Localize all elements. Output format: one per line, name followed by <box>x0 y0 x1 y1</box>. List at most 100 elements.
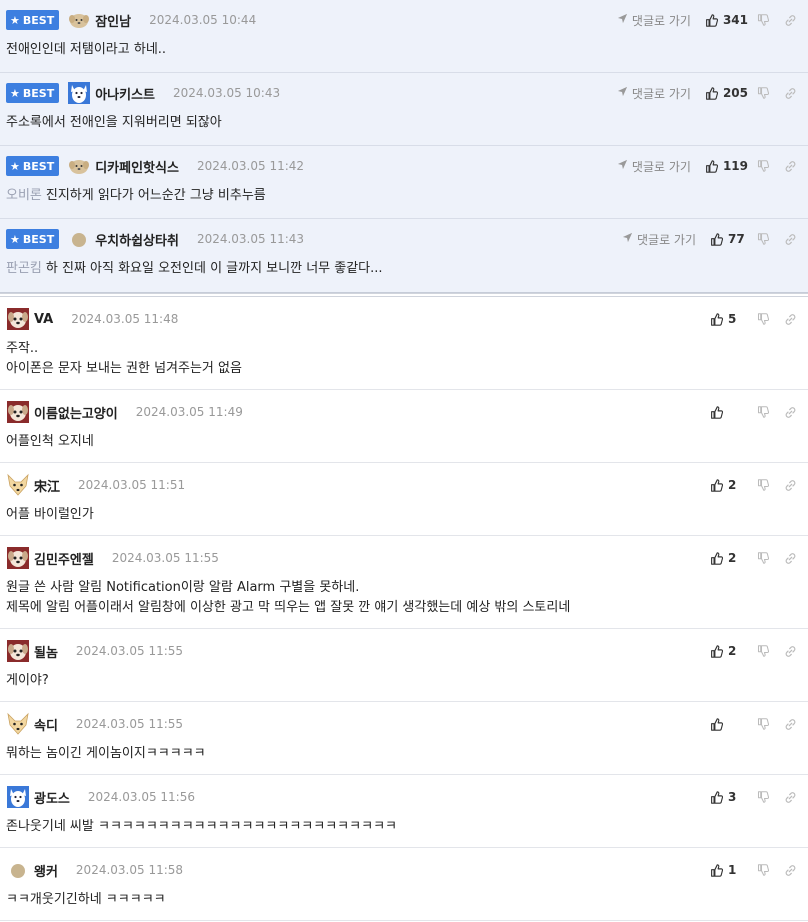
dot-avatar-icon[interactable] <box>6 858 30 882</box>
thumbs-down-icon[interactable] <box>751 233 775 245</box>
timestamp: 2024.03.05 11:43 <box>196 232 305 246</box>
comment-line: 아이폰은 문자 보내는 권한 넘겨주는거 없음 <box>6 361 242 376</box>
nickname[interactable]: 잠인남 <box>95 11 131 30</box>
link-icon[interactable] <box>778 406 802 419</box>
like-button[interactable]: 119 <box>705 159 748 173</box>
like-button[interactable] <box>710 717 748 731</box>
thumbs-up-icon <box>710 551 723 565</box>
nickname[interactable]: 우치하쉽상타취 <box>95 230 179 249</box>
link-icon[interactable] <box>778 645 802 658</box>
comment-text: 뭐하는 놈이긴 게이놈이지ㅋㅋㅋㅋㅋ <box>6 736 802 764</box>
nickname[interactable]: 宋江 <box>34 476 60 495</box>
comment-line: 제목에 알림 어플이래서 알림창에 이상한 광고 막 띄우는 앱 잘못 깐 얘기… <box>6 600 571 615</box>
navigate-arrow-icon <box>617 13 628 27</box>
fox-avatar-icon[interactable] <box>6 473 30 497</box>
comment-header: ★ BEST 우치하쉽상타취 2024.03.05 11:43 댓글로 가기 77 <box>6 227 802 251</box>
link-icon[interactable] <box>778 313 802 326</box>
comment-header: 될놈 2024.03.05 11:55 2 <box>6 639 802 663</box>
blue-dog-avatar-icon[interactable] <box>67 81 91 105</box>
dog-face-avatar-icon[interactable] <box>6 639 30 663</box>
timestamp: 2024.03.05 11:51 <box>78 478 186 492</box>
link-icon[interactable] <box>778 552 802 565</box>
like-button[interactable]: 2 <box>710 478 748 492</box>
link-icon[interactable] <box>778 479 802 492</box>
comment: 속디 2024.03.05 11:55 뭐하는 놈이긴 게이놈이지ㅋㅋㅋㅋㅋ <box>0 702 808 775</box>
nickname[interactable]: 이름없는고양이 <box>34 403 118 422</box>
dog-face-avatar-icon[interactable] <box>6 400 30 424</box>
navigate-arrow-icon <box>622 232 633 246</box>
thumbs-down-icon[interactable] <box>751 864 775 876</box>
comment-line: 어플인척 오지네 <box>6 434 94 449</box>
go-to-reply-link[interactable]: 댓글로 가기 <box>622 231 696 248</box>
nickname[interactable]: 김민주엔젤 <box>34 549 94 568</box>
link-icon[interactable] <box>778 864 802 877</box>
thumbs-down-icon[interactable] <box>751 87 775 99</box>
go-to-reply-link[interactable]: 댓글로 가기 <box>617 12 691 29</box>
best-comment-list: ★ BEST 잠인남 2024.03.05 10:44 댓글로 가기 341 전애인인데 저… <box>0 0 808 293</box>
dot-avatar-icon[interactable] <box>67 227 91 251</box>
reply-target-nickname[interactable]: 오비론 <box>6 188 42 203</box>
nickname[interactable]: VA <box>34 312 53 327</box>
link-icon[interactable] <box>778 160 802 173</box>
best-badge-label: BEST <box>22 159 55 173</box>
go-to-reply-link[interactable]: 댓글로 가기 <box>617 85 691 102</box>
thumbs-up-icon <box>705 86 718 100</box>
link-icon[interactable] <box>778 718 802 731</box>
like-button[interactable]: 205 <box>705 86 748 100</box>
link-icon[interactable] <box>778 87 802 100</box>
nickname[interactable]: 아나키스트 <box>95 84 155 103</box>
comment-body: 주소록에서 전애인을 지워버리면 되잖아 <box>6 115 222 130</box>
best-badge-label: BEST <box>22 13 55 27</box>
fox-avatar-icon[interactable] <box>6 712 30 736</box>
like-button[interactable]: 77 <box>710 232 748 246</box>
timestamp: 2024.03.05 11:58 <box>75 863 184 877</box>
link-icon[interactable] <box>778 14 802 27</box>
reply-target-nickname[interactable]: 판곤킴 <box>6 261 42 276</box>
dog-face-avatar-icon[interactable] <box>6 307 30 331</box>
go-to-reply-link[interactable]: 댓글로 가기 <box>617 158 691 175</box>
thumbs-up-icon <box>710 717 723 731</box>
like-count: 77 <box>728 232 745 246</box>
comment-body: 전애인인데 저탬이라고 하네.. <box>6 42 167 57</box>
link-icon[interactable] <box>778 233 802 246</box>
thumbs-down-icon[interactable] <box>751 313 775 325</box>
thumbs-down-icon[interactable] <box>751 479 775 491</box>
like-count: 2 <box>728 644 737 658</box>
thumbs-up-icon <box>710 405 723 419</box>
link-icon[interactable] <box>778 791 802 804</box>
like-count: 119 <box>722 159 748 173</box>
like-button[interactable]: 2 <box>710 551 748 565</box>
dog-face-avatar-icon[interactable] <box>6 546 30 570</box>
timestamp: 2024.03.05 11:48 <box>71 312 179 326</box>
nickname[interactable]: 광도스 <box>34 788 70 807</box>
nickname[interactable]: 될놈 <box>34 642 58 661</box>
puppy-avatar-icon[interactable] <box>67 154 91 178</box>
thumbs-down-icon[interactable] <box>751 645 775 657</box>
thumbs-down-icon[interactable] <box>751 406 775 418</box>
thumbs-down-icon[interactable] <box>751 14 775 26</box>
nickname[interactable]: 속디 <box>34 715 58 734</box>
blue-dog-avatar-icon[interactable] <box>6 785 30 809</box>
thumbs-up-icon <box>710 478 723 492</box>
nickname[interactable]: 왱커 <box>34 861 58 880</box>
star-icon: ★ <box>10 159 20 173</box>
like-button[interactable]: 1 <box>710 863 748 877</box>
puppy-avatar-icon[interactable] <box>67 8 91 32</box>
best-badge: ★ BEST <box>6 10 60 30</box>
like-button[interactable]: 5 <box>710 312 748 326</box>
comment-text: 주작.. 아이폰은 문자 보내는 권한 넘겨주는거 없음 <box>6 331 802 379</box>
thumbs-down-icon[interactable] <box>751 552 775 564</box>
like-button[interactable]: 341 <box>705 13 748 27</box>
thumbs-down-icon[interactable] <box>751 160 775 172</box>
nickname[interactable]: 디카페인핫식스 <box>95 157 179 176</box>
comment-text: 게이야? <box>6 663 802 691</box>
timestamp: 2024.03.05 10:43 <box>173 86 281 100</box>
like-button[interactable] <box>710 405 748 419</box>
like-button[interactable]: 2 <box>710 644 748 658</box>
like-button[interactable]: 3 <box>710 790 748 804</box>
thumbs-down-icon[interactable] <box>751 791 775 803</box>
thumbs-down-icon[interactable] <box>751 718 775 730</box>
comment-line: 원글 쓴 사람 알림 Notification이랑 알람 Alarm 구별을 못… <box>6 580 360 595</box>
comment-header: ★ BEST 잠인남 2024.03.05 10:44 댓글로 가기 341 <box>6 8 802 32</box>
thumbs-up-icon <box>710 790 723 804</box>
